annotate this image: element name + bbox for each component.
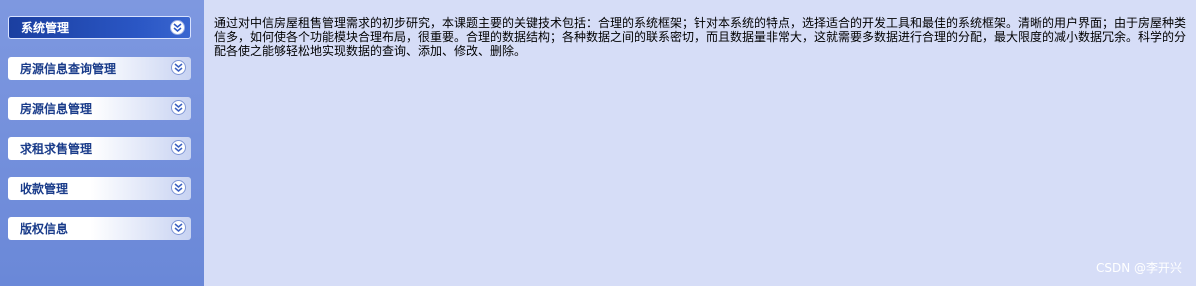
- sidebar-item-label: 房源信息管理: [20, 102, 93, 116]
- sidebar-item-payments[interactable]: 收款管理: [8, 177, 191, 200]
- sidebar-item-label: 房源信息查询管理: [20, 62, 117, 76]
- sidebar-item-label: 系统管理: [21, 21, 70, 35]
- sidebar-item-label: 版权信息: [20, 222, 69, 236]
- sidebar: 系统管理 房源信息查询管理 房源信息管理 求租求售管理 收款管理 版权信息: [0, 0, 204, 286]
- sidebar-item-label: 求租求售管理: [20, 142, 93, 156]
- content-text: 通过对中信房屋租售管理需求的初步研究，本课题主要的关键技术包括：合理的系统框架；…: [214, 16, 1187, 58]
- double-chevron-down-icon[interactable]: [171, 60, 186, 75]
- double-chevron-down-icon[interactable]: [171, 180, 186, 195]
- sidebar-item-system-management[interactable]: 系统管理: [8, 16, 191, 39]
- sidebar-item-rent-sale-requests[interactable]: 求租求售管理: [8, 137, 191, 160]
- sidebar-item-listing-query[interactable]: 房源信息查询管理: [8, 57, 191, 80]
- sidebar-item-label: 收款管理: [20, 182, 69, 196]
- double-chevron-down-icon[interactable]: [171, 100, 186, 115]
- sidebar-item-copyright[interactable]: 版权信息: [8, 217, 191, 240]
- watermark: CSDN @李开兴: [1095, 261, 1182, 275]
- sidebar-item-listing-management[interactable]: 房源信息管理: [8, 97, 191, 120]
- double-chevron-down-icon[interactable]: [170, 20, 185, 35]
- double-chevron-down-icon[interactable]: [171, 140, 186, 155]
- double-chevron-down-icon[interactable]: [171, 220, 186, 235]
